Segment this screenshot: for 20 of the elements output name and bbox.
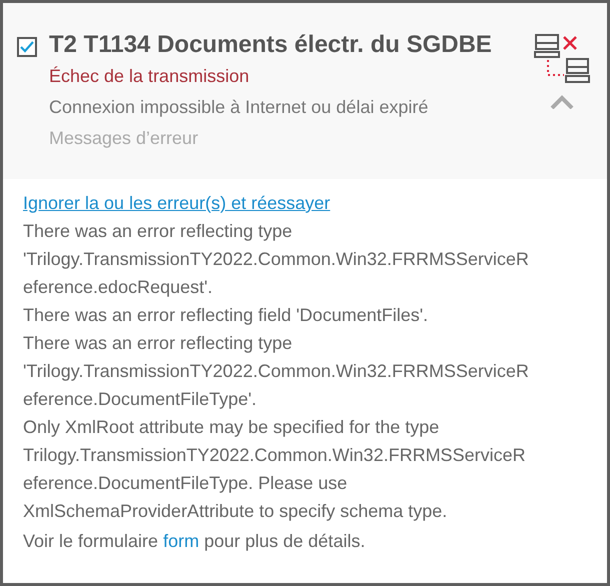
- item-title: T2 T1134 Documents électr. du SGDBE: [49, 30, 493, 60]
- error-line: 'Trilogy.TransmissionTY2022.Common.Win32.FRRMSServiceR: [23, 360, 530, 383]
- error-line: XmlSchemaProviderAttribute to specify schema type.: [23, 500, 448, 523]
- error-line: 'Trilogy.TransmissionTY2022.Common.Win32.FRRMSServiceR: [23, 248, 530, 271]
- error-line: eference.DocumentFileType. Please use: [23, 472, 348, 495]
- error-line: eference.edocRequest'.: [23, 276, 214, 299]
- form-note: Voir le formulaire form pour plus de détails.: [23, 530, 366, 553]
- connection-error-icon: [534, 33, 590, 85]
- status-text: Échec de la transmission: [49, 65, 250, 88]
- error-line: eference.DocumentFileType'.: [23, 388, 258, 411]
- form-link[interactable]: form: [163, 531, 200, 551]
- messages-label: Messages d’erreur: [49, 127, 200, 150]
- detail-text: Connexion impossible à Internet ou délai expiré: [49, 96, 430, 119]
- error-line: There was an error reflecting type: [23, 332, 294, 355]
- checkbox[interactable]: [17, 37, 37, 57]
- error-line: Only XmlRoot attribute may be specified for the type: [23, 416, 440, 439]
- error-line: Trilogy.TransmissionTY2022.Common.Win32.FRRMSServiceR: [23, 444, 526, 467]
- error-line: There was an error reflecting field 'DocumentFiles'.: [23, 304, 430, 327]
- retry-link[interactable]: Ignorer la ou les erreur(s) et réessayer: [23, 189, 330, 217]
- error-line: There was an error reflecting type: [23, 220, 294, 243]
